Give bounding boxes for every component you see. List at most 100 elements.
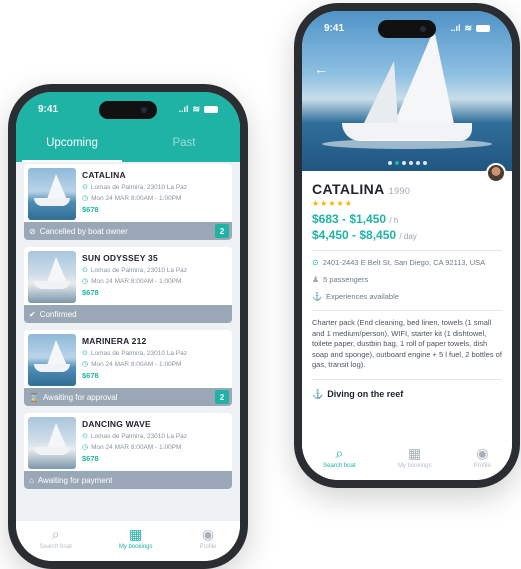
datetime-text: Mon 24 MAR 8:00AM - 1:00PM xyxy=(91,277,182,285)
datetime-row: ◷ Mon 24 MAR 8:00AM - 1:00PM xyxy=(82,360,227,369)
nav-label: My bookings xyxy=(118,544,153,550)
signal-icon: ..ıl xyxy=(178,104,189,114)
nav-my-bookings[interactable]: ▦ My bookings xyxy=(118,526,153,551)
block-icon: ⊘ xyxy=(29,226,36,236)
booking-card-body: MARINERA 212 ⊙ Lomas de Palmira, 23010 La… xyxy=(24,330,232,388)
nav-search-boat[interactable]: ⌕ Search boat xyxy=(323,446,356,470)
calendar-icon: ▦ xyxy=(129,526,143,542)
booking-status-strip: ⌛ Awaiting for approval 2 xyxy=(24,388,232,406)
datetime-row: ◷ Mon 24 MAR 8:00AM - 1:00PM xyxy=(82,443,227,452)
passengers-text: 5 passengers xyxy=(323,275,369,284)
booking-tabs: Upcoming Past xyxy=(16,136,240,162)
check-circle-icon: ✔ xyxy=(29,309,36,319)
booking-list: CATALINA ⊙ Lomas de Palmira, 23010 La Paz… xyxy=(24,164,232,496)
search-icon: ⌕ xyxy=(51,526,60,542)
sail-graphic xyxy=(364,61,398,123)
location-text: Lomas de Palmira, 23010 La Paz xyxy=(90,349,187,357)
nav-label: Search boat xyxy=(323,463,356,469)
anchor-icon: ⚓ xyxy=(312,292,322,301)
booking-card-body: DANCING WAVE ⊙ Lomas de Palmira, 23010 La… xyxy=(24,413,232,471)
hourly-rate-value: $683 - $1,450 xyxy=(312,212,387,226)
pin-icon: ⊙ xyxy=(82,433,88,440)
experience-title: Diving on the reef xyxy=(327,389,404,399)
signal-icon: ..ıl xyxy=(450,23,461,33)
notch xyxy=(378,20,436,38)
booking-card-body: SUN ODYSSEY 35 ⊙ Lomas de Palmira, 23010 … xyxy=(24,247,232,305)
location-row: ⊙ Lomas de Palmira, 23010 La Paz xyxy=(82,266,227,275)
tab-upcoming[interactable]: Upcoming xyxy=(16,136,128,162)
booking-info: DANCING WAVE ⊙ Lomas de Palmira, 23010 La… xyxy=(82,417,227,469)
boat-description: Charter pack (End cleaning, bed linen, t… xyxy=(312,318,502,369)
daily-rate: $4,450 - $8,450 / day xyxy=(312,228,502,242)
booking-card[interactable]: CATALINA ⊙ Lomas de Palmira, 23010 La Paz… xyxy=(24,164,232,240)
booking-card[interactable]: SUN ODYSSEY 35 ⊙ Lomas de Palmira, 23010 … xyxy=(24,247,232,323)
booking-info: MARINERA 212 ⊙ Lomas de Palmira, 23010 La… xyxy=(82,334,227,386)
nav-profile[interactable]: ◉ Profile xyxy=(473,445,491,470)
status-icons: ..ıl ≋ xyxy=(178,104,218,115)
battery-icon xyxy=(476,24,490,32)
nav-search-boat[interactable]: ⌕ Search boat xyxy=(39,526,71,551)
location-row: ⊙ Lomas de Palmira, 23010 La Paz xyxy=(82,349,227,358)
carousel-dot xyxy=(422,161,427,165)
address-row: ⊙ 2401-2443 E Belt St, San Diego, CA 921… xyxy=(312,258,502,268)
bookings-screen: 9:41 ..ıl ≋ Upcoming Past CATALINA ⊙ Lom… xyxy=(16,92,240,561)
boat-detail-phone: 9:41 ..ıl ≋ ← CATALINA 1990 ★★★★★ $683 -… xyxy=(294,3,520,488)
location-text: Lomas de Palmira, 23010 La Paz xyxy=(90,266,187,274)
booking-price: $678 xyxy=(82,288,99,297)
booking-info: CATALINA ⊙ Lomas de Palmira, 23010 La Paz… xyxy=(82,168,227,220)
boat-thumbnail xyxy=(28,251,76,303)
boat-detail-screen: 9:41 ..ıl ≋ ← CATALINA 1990 ★★★★★ $683 -… xyxy=(302,11,512,480)
stage: 9:41 ..ıl ≋ Upcoming Past CATALINA ⊙ Lom… xyxy=(0,0,521,569)
carousel-dot-active xyxy=(394,161,399,165)
status-time: 9:41 xyxy=(324,22,345,34)
experiences-row: ⚓ Experiences available xyxy=(312,292,502,302)
profile-icon: ◉ xyxy=(201,526,215,542)
booking-status-text: Awaiting for approval xyxy=(42,392,118,402)
boat-name: SUN ODYSSEY 35 xyxy=(82,253,158,263)
boat-thumbnail xyxy=(28,168,76,220)
hourly-rate: $683 - $1,450 / h xyxy=(312,212,502,226)
bank-icon: ⌂ xyxy=(29,475,34,485)
location-text: Lomas de Palmira, 23010 La Paz xyxy=(90,432,187,440)
profile-icon: ◉ xyxy=(476,445,489,461)
message-count-badge[interactable]: 2 xyxy=(215,390,229,404)
booking-card-body: CATALINA ⊙ Lomas de Palmira, 23010 La Paz… xyxy=(24,164,232,222)
datetime-row: ◷ Mon 24 MAR 8:00AM - 1:00PM xyxy=(82,277,227,286)
calendar-icon: ▦ xyxy=(408,445,422,461)
booking-info: SUN ODYSSEY 35 ⊙ Lomas de Palmira, 23010 … xyxy=(82,251,227,303)
status-icons: ..ıl ≋ xyxy=(450,23,490,34)
nav-label: Profile xyxy=(473,463,491,469)
boat-thumbnail xyxy=(28,417,76,469)
message-count-badge[interactable]: 2 xyxy=(215,224,229,238)
bookings-phone: 9:41 ..ıl ≋ Upcoming Past CATALINA ⊙ Lom… xyxy=(8,84,248,569)
tab-past[interactable]: Past xyxy=(128,136,240,162)
experiences-text: Experiences available xyxy=(325,292,399,301)
carousel-dot xyxy=(387,161,392,165)
wake-graphic xyxy=(322,139,492,149)
pin-icon: ⊙ xyxy=(312,258,319,267)
back-arrow-icon[interactable]: ← xyxy=(314,61,328,77)
boat-title: CATALINA 1990 xyxy=(312,181,502,197)
wifi-icon: ≋ xyxy=(464,22,472,33)
anchor-icon: ⚓ xyxy=(312,388,324,399)
boat-name: CATALINA xyxy=(312,181,385,197)
divider xyxy=(312,250,502,251)
boat-year: 1990 xyxy=(388,186,411,196)
hourly-rate-unit: / h xyxy=(389,216,399,225)
pin-icon: ⊙ xyxy=(82,184,88,191)
carousel-dots[interactable] xyxy=(302,161,512,165)
nav-my-bookings[interactable]: ▦ My bookings xyxy=(398,445,432,470)
booking-card[interactable]: DANCING WAVE ⊙ Lomas de Palmira, 23010 La… xyxy=(24,413,232,489)
pin-icon: ⊙ xyxy=(82,267,88,274)
booking-status-strip: ⊘ Cancelled by boat owner 2 xyxy=(24,222,232,240)
datetime-text: Mon 24 MAR 8:00AM - 1:00PM xyxy=(91,360,182,368)
location-row: ⊙ Lomas de Palmira, 23010 La Paz xyxy=(82,432,227,441)
booking-status-strip: ⌂ Awaiting for payment xyxy=(24,471,232,489)
booking-card[interactable]: MARINERA 212 ⊙ Lomas de Palmira, 23010 La… xyxy=(24,330,232,406)
nav-profile[interactable]: ◉ Profile xyxy=(199,526,216,551)
owner-avatar[interactable] xyxy=(486,163,506,183)
location-text: Lomas de Palmira, 23010 La Paz xyxy=(90,183,187,191)
experience-item[interactable]: ⚓ Diving on the reef xyxy=(312,389,502,400)
daily-rate-value: $4,450 - $8,450 xyxy=(312,228,397,242)
carousel-dot xyxy=(408,161,413,165)
